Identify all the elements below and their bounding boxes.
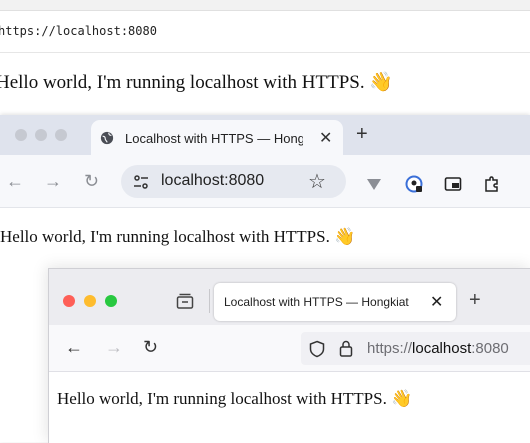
address-text[interactable]: https://localhost:8080 — [0, 24, 157, 38]
lock-icon[interactable] — [339, 340, 353, 357]
tune-icon[interactable] — [133, 174, 149, 190]
shield-icon[interactable] — [309, 340, 325, 358]
close-window-button[interactable] — [15, 129, 27, 141]
browser-window-safari: https://localhost:8080 Hello world, I'm … — [0, 0, 530, 115]
reload-button[interactable]: ↻ — [84, 171, 99, 192]
window-top-strip — [0, 0, 530, 11]
address-port: :8080 — [471, 340, 509, 357]
page-content-text: Hello world, I'm running localhost with … — [0, 72, 394, 93]
tabs-icon[interactable] — [176, 293, 194, 309]
reload-button[interactable]: ↻ — [143, 337, 158, 358]
bookmark-star-icon[interactable]: ☆ — [308, 169, 326, 194]
address-bar[interactable]: localhost:8080 ☆ — [121, 165, 346, 198]
tab-bar: Localhost with HTTPS — Hongkiat ✕ + — [49, 269, 530, 325]
toolbar: ← → ↻ localhost:8080 ☆ — [0, 155, 530, 208]
address-text[interactable]: https://localhost:8080 — [367, 340, 509, 357]
close-window-button[interactable] — [63, 295, 75, 307]
vpn-icon[interactable] — [365, 175, 383, 193]
address-bar[interactable]: https://localhost:8080 — [301, 332, 530, 365]
password-icon[interactable] — [405, 175, 423, 193]
tab-localhost[interactable]: Localhost with HTTPS — Hongkiat ✕ — [214, 283, 456, 321]
zoom-window-button[interactable] — [105, 295, 117, 307]
tab-bar: Localhost with HTTPS — Hongkiat ✕ + — [0, 115, 530, 155]
zoom-window-button[interactable] — [55, 129, 67, 141]
page-content-text: Hello world, I'm running localhost with … — [0, 227, 356, 246]
browser-window-firefox: Localhost with HTTPS — Hongkiat ✕ + ← → … — [48, 268, 530, 443]
toolbar-divider — [0, 52, 530, 53]
address-text[interactable]: localhost:8080 — [161, 172, 264, 190]
tab-close-button[interactable]: ✕ — [319, 128, 332, 148]
toolbar: ← → ↻ https://localhost:8080 — [49, 325, 530, 372]
forward-button[interactable]: → — [44, 171, 62, 192]
address-prefix: https:// — [367, 340, 413, 357]
extensions-icon[interactable] — [483, 175, 501, 193]
forward-button[interactable]: → — [105, 337, 123, 358]
tab-divider — [209, 289, 210, 313]
address-host: localhost — [412, 340, 472, 357]
back-button[interactable]: ← — [6, 171, 24, 192]
minimize-window-button[interactable] — [35, 129, 47, 141]
tab-title: Localhost with HTTPS — Hongkiat — [224, 295, 409, 309]
pip-icon[interactable] — [444, 175, 462, 193]
new-tab-button[interactable]: + — [356, 123, 368, 146]
new-tab-button[interactable]: + — [469, 289, 481, 312]
globe-icon — [100, 131, 114, 145]
tab-close-button[interactable]: ✕ — [430, 292, 443, 312]
tab-title: Localhost with HTTPS — Hongkiat — [125, 131, 303, 146]
page-content-text: Hello world, I'm running localhost with … — [57, 389, 413, 408]
minimize-window-button[interactable] — [84, 295, 96, 307]
tab-localhost[interactable]: Localhost with HTTPS — Hongkiat ✕ — [91, 120, 343, 155]
back-button[interactable]: ← — [65, 337, 83, 358]
